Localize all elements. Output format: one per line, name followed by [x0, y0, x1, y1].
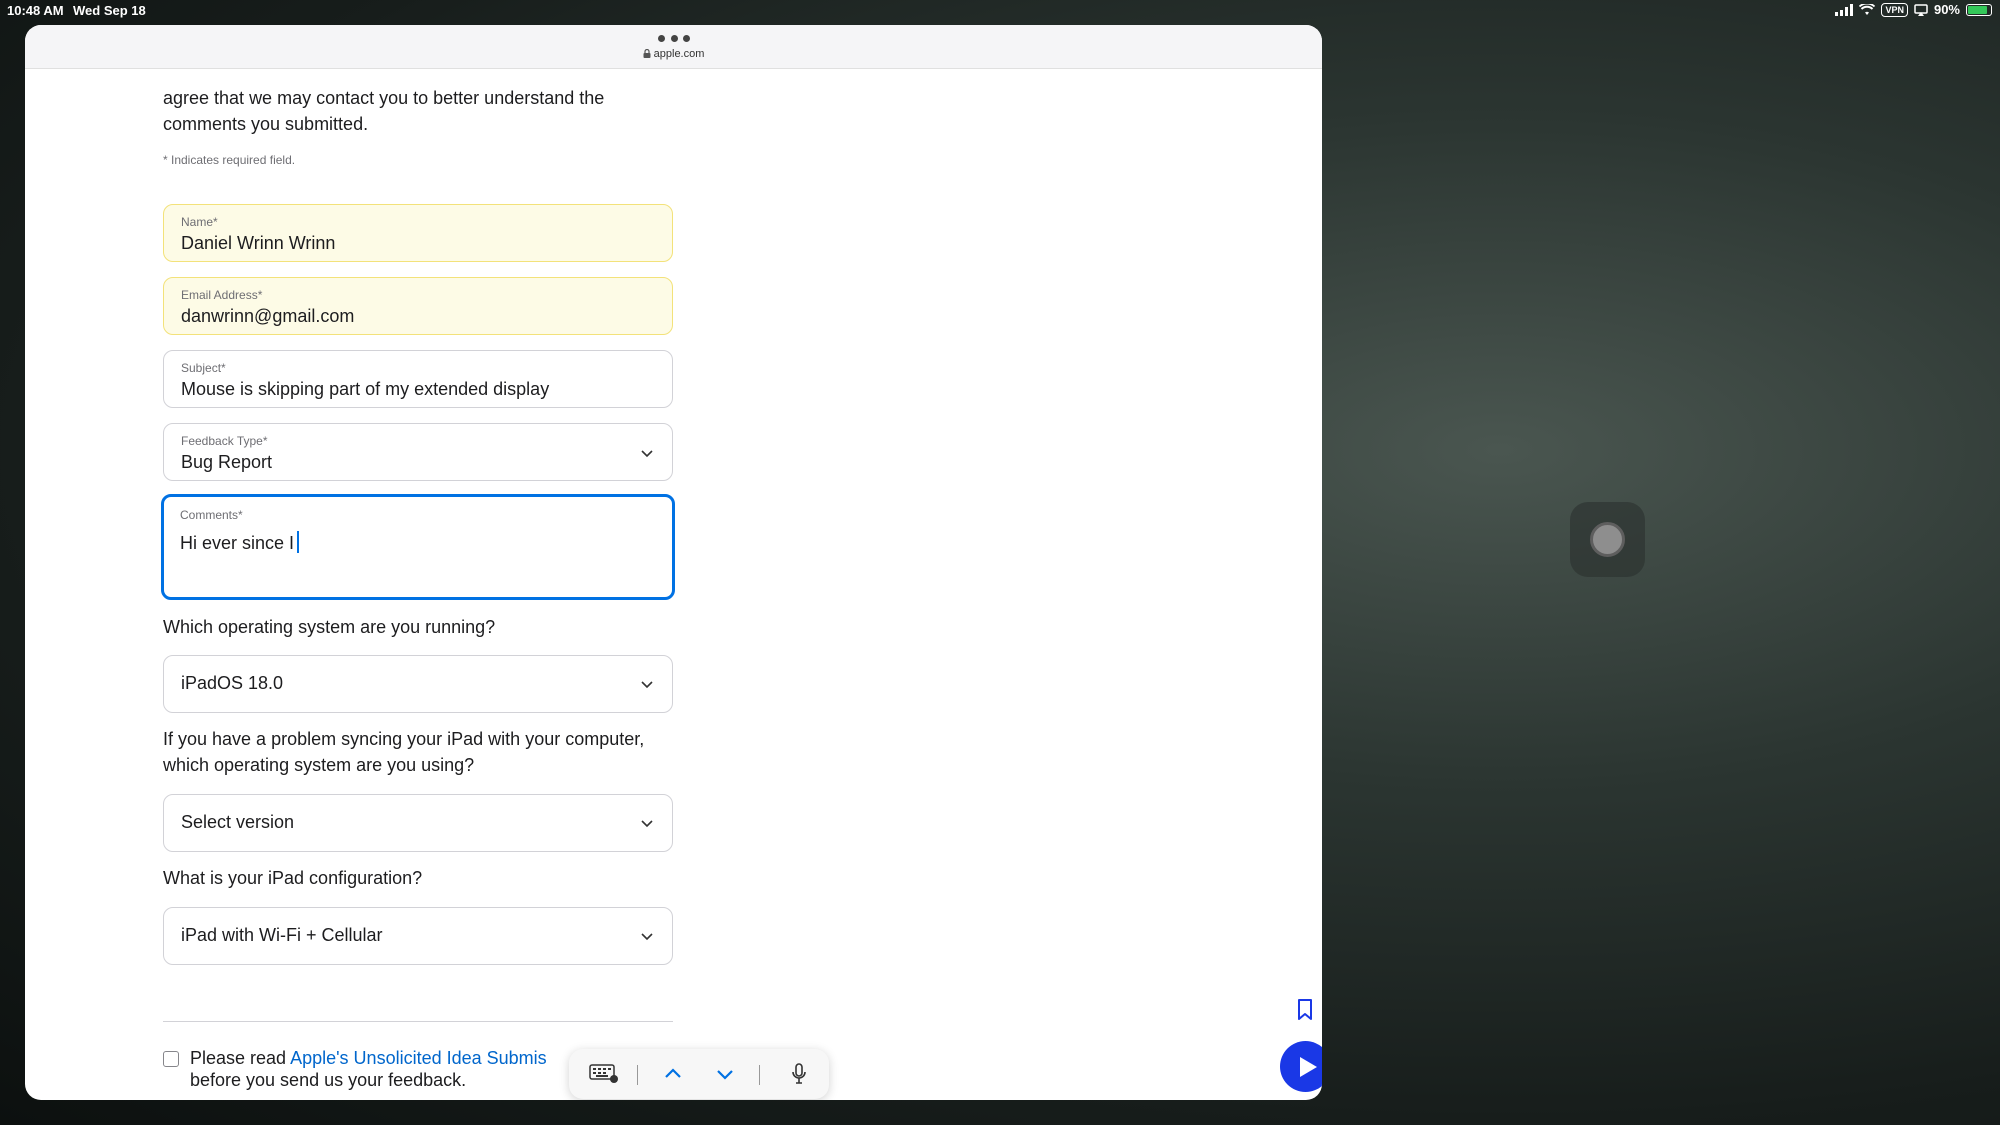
os-select[interactable]: iPadOS 18.0 [163, 655, 673, 713]
assistive-touch-knob [1590, 522, 1625, 557]
text-caret [297, 531, 300, 553]
status-date: Wed Sep 18 [73, 3, 146, 18]
required-field-note: * Indicates required field. [163, 153, 296, 167]
toolbar-separator [759, 1065, 760, 1085]
email-value: danwrinn@gmail.com [181, 306, 355, 326]
url-bar[interactable]: apple.com [25, 48, 1322, 60]
url-text: apple.com [653, 48, 705, 60]
subject-field[interactable]: Subject* Mouse is skipping part of my ex… [163, 350, 673, 408]
feedback-type-select[interactable]: Feedback Type* Bug Report [163, 423, 673, 481]
consent-checkbox[interactable] [163, 1051, 179, 1067]
keyboard-icon[interactable] [589, 1062, 619, 1084]
config-select[interactable]: iPad with Wi-Fi + Cellular [163, 907, 673, 965]
assistive-touch-button[interactable] [1570, 502, 1645, 577]
feedback-type-value: Bug Report [181, 452, 273, 472]
play-icon [1300, 1057, 1317, 1077]
status-time: 10:48 AM [7, 3, 64, 18]
consent-prefix: Please read [190, 1048, 291, 1068]
chevron-down-icon [641, 450, 653, 458]
consent-suffix: before you send us your feedback. [190, 1070, 467, 1090]
keyboard-accessory-toolbar [569, 1049, 829, 1099]
microphone-icon[interactable] [791, 1062, 807, 1086]
battery-icon [1966, 3, 1992, 16]
intro-text: agree that we may contact you to better … [163, 88, 605, 134]
os-value: iPadOS 18.0 [181, 673, 284, 693]
config-question: What is your iPad configuration? [163, 868, 423, 888]
sync-question: If you have a problem syncing your iPad … [163, 729, 645, 775]
chevron-down-icon[interactable] [715, 1064, 735, 1084]
form-divider [163, 1021, 673, 1022]
comments-value: Hi ever since I [180, 533, 295, 553]
window-header: apple.com [25, 25, 1322, 69]
email-field[interactable]: Email Address* danwrinn@gmail.com [163, 277, 673, 335]
browser-window: apple.com agree that we may contact you … [25, 25, 1322, 1100]
name-field[interactable]: Name* Daniel Wrinn Wrinn [163, 204, 673, 262]
bookmark-icon[interactable] [1295, 998, 1315, 1022]
subject-value: Mouse is skipping part of my extended di… [181, 379, 550, 399]
chevron-down-icon [641, 820, 653, 828]
subject-label: Subject* [181, 361, 226, 375]
consent-text: Please read Apple's Unsolicited Idea Sub… [190, 1047, 547, 1069]
os-question: Which operating system are you running? [163, 617, 496, 637]
comments-label: Comments* [180, 508, 243, 522]
comments-textarea[interactable]: Comments* Hi ever since I [161, 494, 675, 600]
lock-icon [643, 48, 651, 58]
config-value: iPad with Wi-Fi + Cellular [181, 925, 383, 945]
name-value: Daniel Wrinn Wrinn [181, 233, 336, 253]
toolbar-separator [637, 1065, 638, 1085]
chevron-down-icon [641, 933, 653, 941]
sync-os-select[interactable]: Select version [163, 794, 673, 852]
chevron-down-icon [641, 681, 653, 689]
window-menu-dots[interactable] [658, 33, 690, 43]
status-indicators: VPN 90% [1835, 2, 1992, 17]
battery-percent: 90% [1933, 2, 1960, 17]
comments-value-wrap: Hi ever since I [180, 531, 300, 554]
unsolicited-idea-link[interactable]: Apple's Unsolicited Idea Submis [290, 1048, 547, 1068]
screen-mirroring-icon [1914, 3, 1928, 16]
wifi-icon [1859, 3, 1876, 15]
feedback-type-label: Feedback Type* [181, 434, 268, 448]
play-button[interactable] [1280, 1041, 1322, 1092]
chevron-up-icon[interactable] [663, 1064, 683, 1084]
email-label: Email Address* [181, 288, 263, 302]
vpn-badge: VPN [1881, 2, 1908, 17]
sync-os-value: Select version [181, 812, 295, 832]
name-label: Name* [181, 215, 218, 229]
cellular-signal-icon [1835, 3, 1854, 16]
status-bar: 10:48 AM Wed Sep 18 VPN 90% [0, 0, 2000, 20]
